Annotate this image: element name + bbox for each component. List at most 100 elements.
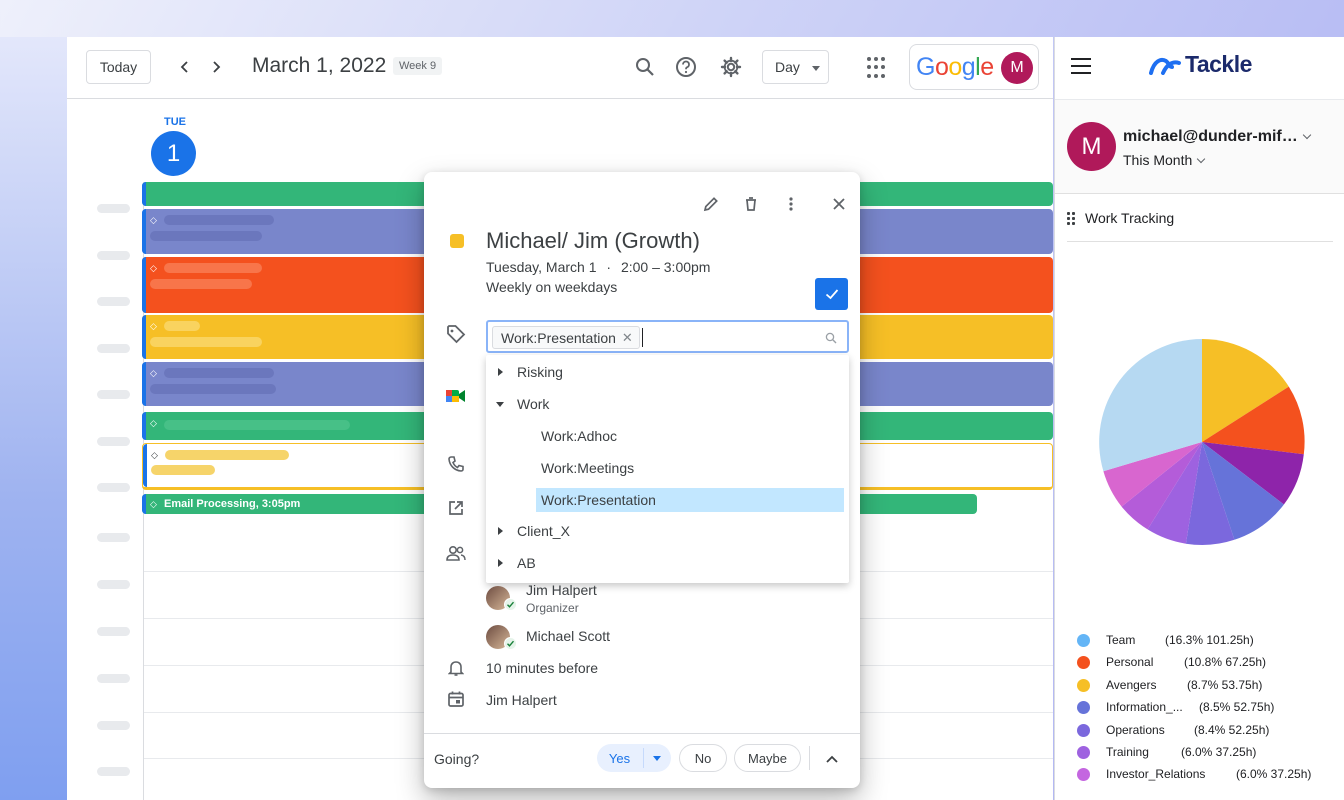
calendar-header: Today March 1, 2022 Week 9 Day Google M <box>67 37 1053 99</box>
work-tracking-pie-chart[interactable] <box>1097 337 1307 547</box>
account-switcher[interactable]: michael@dunder-mif… <box>1123 128 1311 146</box>
chevron-left-icon <box>180 61 188 73</box>
expand-arrow-icon[interactable] <box>498 527 503 535</box>
google-meet-icon <box>444 384 468 408</box>
day-of-week-label: TUE <box>164 116 186 128</box>
time-label <box>97 627 130 636</box>
tag-option-work[interactable]: Work <box>486 391 849 417</box>
tag-option-work-adhoc[interactable]: Work:Adhoc <box>486 423 849 449</box>
view-selector[interactable]: Day <box>762 50 829 84</box>
section-title: Work Tracking <box>1085 210 1175 226</box>
chevron-up-icon <box>826 755 838 763</box>
pencil-icon <box>703 197 718 212</box>
tackle-account-header: M michael@dunder-mif… This Month <box>1055 99 1344 194</box>
event-title: Michael/ Jim (Growth) <box>486 228 700 253</box>
time-label <box>97 767 130 776</box>
calendar-owner: Jim Halpert <box>486 692 557 708</box>
guest-name: Jim Halpert <box>526 582 597 598</box>
time-label <box>97 437 130 446</box>
legend-item[interactable]: Investor_Relations (6.0% 37.25h) <box>1077 764 1344 784</box>
drag-handle-icon[interactable] <box>1067 211 1075 225</box>
more-options-button[interactable] <box>779 192 803 216</box>
event-text-placeholder <box>164 420 350 430</box>
apps-grid-icon[interactable] <box>867 57 889 79</box>
selected-tag-chip[interactable]: Work:Presentation ✕ <box>492 326 640 349</box>
tag-search-input[interactable]: Work:Presentation ✕ <box>486 320 849 353</box>
tag-icon: ◇ <box>150 263 157 273</box>
expand-arrow-icon[interactable] <box>498 368 503 376</box>
work-tracking-section-header[interactable]: Work Tracking <box>1067 210 1174 226</box>
avatar: M <box>1001 52 1033 84</box>
tag-option-work-presentation[interactable]: Work:Presentation <box>536 488 844 512</box>
tag-option-client-x[interactable]: Client_X <box>486 518 849 544</box>
rsvp-footer: Going? Yes No Maybe <box>424 733 860 788</box>
rsvp-no-button[interactable]: No <box>679 744 727 772</box>
time-label <box>97 297 130 306</box>
event-date: Tuesday, March 1 <box>486 259 597 275</box>
legend-color-dot <box>1077 724 1090 737</box>
tag-section-icon <box>444 322 468 346</box>
more-vertical-icon <box>789 197 793 211</box>
chevron-down-icon <box>1197 154 1206 164</box>
time-label <box>97 674 130 683</box>
guests-icon <box>444 541 468 565</box>
tag-icon: ◇ <box>150 499 157 509</box>
account-email: michael@dunder-mif… <box>1123 128 1298 145</box>
search-button[interactable] <box>631 53 659 81</box>
tackle-logo: Tackle <box>1149 51 1252 78</box>
previous-day-button[interactable] <box>171 53 199 81</box>
legend-item[interactable]: Avengers (8.7% 53.75h) <box>1077 675 1344 695</box>
event-text-placeholder <box>151 465 215 475</box>
collapse-arrow-icon[interactable] <box>496 402 504 407</box>
caret-down-icon <box>812 66 820 71</box>
legend-color-dot <box>1077 656 1090 669</box>
tag-icon: ◇ <box>151 450 158 460</box>
legend-item[interactable]: Operations (8.4% 52.25h) <box>1077 720 1344 740</box>
settings-button[interactable] <box>717 53 745 81</box>
text-cursor <box>642 328 643 347</box>
time-label <box>97 390 130 399</box>
expand-arrow-icon[interactable] <box>498 559 503 567</box>
rsvp-yes-button[interactable]: Yes <box>597 744 671 772</box>
tag-option-work-meetings[interactable]: Work:Meetings <box>486 455 849 481</box>
guest-role: Organizer <box>526 601 579 615</box>
time-label <box>97 204 130 213</box>
legend-color-dot <box>1077 768 1090 781</box>
legend-item[interactable]: Information_... (8.5% 52.75h) <box>1077 697 1344 717</box>
tag-option-ab[interactable]: AB <box>486 550 849 576</box>
tag-icon: ◇ <box>150 215 157 225</box>
rsvp-maybe-button[interactable]: Maybe <box>734 744 801 772</box>
google-account-button[interactable]: Google M <box>909 44 1039 90</box>
tag-icon: ◇ <box>150 418 157 428</box>
tag-option-risking[interactable]: Risking <box>486 359 849 385</box>
tag-icon <box>447 325 466 344</box>
legend-item[interactable]: Team (16.3% 101.25h) <box>1077 630 1344 650</box>
open-external-icon[interactable] <box>444 496 468 520</box>
period-selector[interactable]: This Month <box>1123 152 1206 168</box>
tackle-sidebar: Tackle M michael@dunder-mif… This Month … <box>1054 37 1344 800</box>
event-time: 2:00 – 3:00pm <box>620 259 711 275</box>
remove-tag-icon[interactable]: ✕ <box>622 330 633 346</box>
event-text-placeholder <box>164 215 274 225</box>
chevron-right-icon <box>213 61 221 73</box>
checkmark-icon <box>825 289 838 300</box>
menu-icon[interactable] <box>1071 58 1091 74</box>
chevron-down-icon[interactable] <box>653 756 661 761</box>
event-text-placeholder <box>150 384 276 394</box>
trash-icon <box>746 197 756 211</box>
edit-event-button[interactable] <box>699 192 723 216</box>
confirm-tag-button[interactable] <box>815 278 848 310</box>
legend-item[interactable]: Training (6.0% 37.25h) <box>1077 742 1344 762</box>
expand-footer-button[interactable] <box>820 747 844 771</box>
close-popup-button[interactable] <box>827 192 851 216</box>
event-datetime: Tuesday, March 1 · 2:00 – 3:00pm <box>486 259 710 275</box>
legend-item[interactable]: Personal (10.8% 67.25h) <box>1077 652 1344 672</box>
event-details-popup: Michael/ Jim (Growth) Tuesday, March 1 ·… <box>424 172 860 788</box>
next-day-button[interactable] <box>202 53 230 81</box>
day-number[interactable]: 1 <box>151 131 196 176</box>
accepted-check-icon <box>504 598 517 611</box>
help-button[interactable] <box>672 53 700 81</box>
today-button[interactable]: Today <box>86 50 151 84</box>
event-text-placeholder <box>165 450 289 460</box>
delete-event-button[interactable] <box>739 192 763 216</box>
